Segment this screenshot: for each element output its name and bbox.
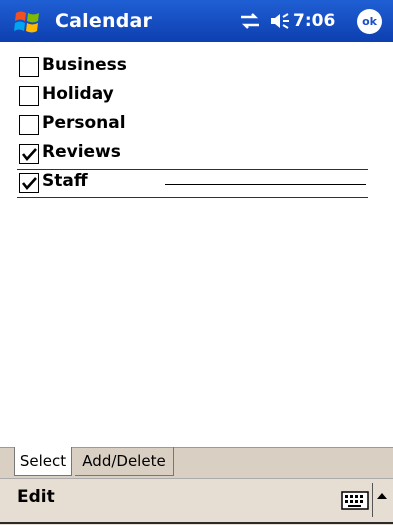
connectivity-icon[interactable] — [238, 11, 262, 31]
app-title: Calendar — [55, 10, 153, 32]
category-label: Holiday — [42, 84, 114, 104]
category-label: Reviews — [42, 142, 121, 162]
checkbox[interactable] — [19, 115, 39, 135]
selection-border-bottom — [17, 197, 368, 198]
text-entry-line[interactable] — [165, 184, 366, 185]
checkbox-checked[interactable] — [19, 144, 39, 164]
clock[interactable]: 7:06 — [293, 11, 335, 31]
tab-strip: Select Add/Delete — [0, 447, 393, 478]
category-label: Business — [42, 55, 127, 75]
checkbox-checked[interactable] — [19, 173, 39, 193]
checkbox[interactable] — [19, 57, 39, 77]
selection-border-top — [17, 169, 368, 170]
checkmark-icon — [21, 148, 37, 162]
checkbox[interactable] — [19, 86, 39, 106]
up-arrow-icon[interactable] — [376, 491, 388, 501]
tab-select[interactable]: Select — [14, 447, 72, 476]
windows-flag-icon[interactable] — [13, 9, 43, 35]
checkmark-icon — [21, 177, 37, 191]
menu-bar: Edit — [0, 478, 393, 525]
category-label: Staff — [42, 171, 88, 191]
divider — [372, 483, 373, 517]
tab-add-delete[interactable]: Add/Delete — [75, 447, 174, 476]
edit-menu[interactable]: Edit — [17, 487, 55, 507]
keyboard-icon[interactable] — [341, 489, 369, 511]
speaker-icon[interactable] — [268, 11, 292, 31]
category-label: Personal — [42, 113, 126, 133]
ok-button[interactable]: ok — [357, 9, 382, 34]
title-bar: Calendar 7:06 ok — [0, 0, 393, 42]
